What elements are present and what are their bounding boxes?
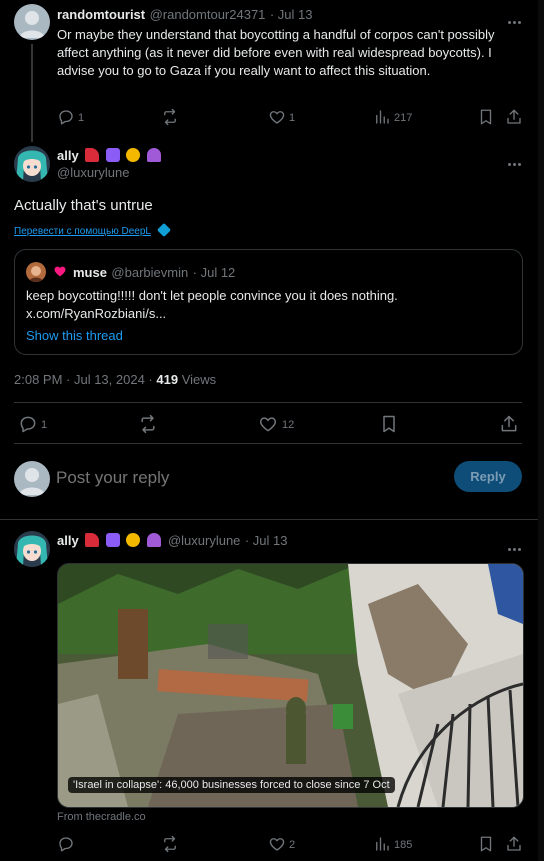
timestamp[interactable]: 2:08 PM · Jul 13, 2024 · [14, 372, 153, 387]
main-tweet: ally @luxurylune Actually that's untrue … [0, 140, 544, 440]
quoted-author-name: muse [73, 265, 107, 280]
bookmark-icon[interactable] [477, 835, 495, 853]
thread-line [31, 44, 33, 142]
quoted-avatar [26, 262, 46, 282]
default-avatar-icon [19, 468, 45, 495]
anime-avatar-icon [14, 531, 50, 567]
quoted-url: x.com/RyanRozbiani/s... [26, 306, 167, 321]
translate-link[interactable]: Перевести с помощью DeepL [14, 226, 151, 237]
sun-emoji-icon [126, 148, 141, 162]
card-source[interactable]: From thecradle.co [57, 811, 146, 823]
bookmark-icon[interactable] [379, 414, 399, 434]
repost-icon[interactable] [138, 414, 158, 434]
views-count: 217 [394, 112, 413, 124]
yin-yang-emoji-icon [105, 148, 120, 162]
repost-icon[interactable] [161, 835, 179, 853]
more-icon[interactable] [508, 11, 524, 24]
reply-input[interactable] [54, 463, 438, 493]
yin-yang-emoji-icon [105, 533, 120, 547]
my-avatar[interactable] [14, 461, 50, 497]
author-handle[interactable]: @randomtour24371 [150, 7, 266, 22]
more-icon[interactable] [508, 538, 524, 551]
like-count: 12 [282, 419, 295, 431]
action-bar: 1 12 [0, 403, 544, 443]
author-name[interactable]: randomtourist [57, 7, 145, 22]
quoted-tweet[interactable]: muse @barbievmin · Jul 12 keep boycottin… [14, 249, 523, 355]
deepl-icon [157, 222, 172, 238]
article-photo [58, 564, 523, 807]
bookmark-icon[interactable] [477, 108, 495, 126]
author-name[interactable]: ally [57, 533, 79, 548]
like-icon[interactable] [268, 108, 286, 126]
views-icon[interactable] [373, 108, 391, 126]
views-label: Views [181, 372, 217, 387]
heart-emoji-icon [53, 265, 67, 278]
umbrella-emoji-icon [146, 148, 161, 162]
avatar[interactable] [14, 531, 50, 567]
umbrella-emoji-icon [146, 533, 161, 547]
quoted-date: · Jul 12 [192, 265, 236, 280]
tweet-1[interactable]: randomtourist @randomtour24371 · Jul 13 … [0, 0, 544, 142]
views-count: 185 [394, 839, 413, 851]
reply-button[interactable]: Reply [454, 461, 522, 492]
like-count: 1 [289, 112, 296, 124]
views-count: 419 [156, 372, 179, 387]
avatar[interactable] [14, 146, 50, 182]
avatar[interactable] [14, 4, 50, 40]
default-avatar-icon [19, 11, 45, 38]
reply-icon[interactable] [57, 108, 75, 126]
post-date[interactable]: · Jul 13 [270, 7, 313, 22]
author-handle[interactable]: @luxurylune [168, 533, 240, 548]
divider [14, 443, 522, 444]
author-name[interactable]: ally [57, 148, 79, 163]
author-handle[interactable]: @luxurylune [57, 165, 129, 180]
more-icon[interactable] [508, 153, 524, 166]
views-icon[interactable] [373, 835, 391, 853]
share-icon[interactable] [505, 108, 523, 126]
card-title: 'Israel in collapse': 46,000 businesses … [68, 777, 395, 793]
share-icon[interactable] [499, 414, 519, 434]
reply-icon[interactable] [18, 414, 38, 434]
quoted-author-handle: @barbievmin [111, 265, 189, 280]
tweet-3[interactable]: ally @luxurylune · Jul 13 'Israel in col… [0, 520, 544, 861]
show-thread-link[interactable]: Show this thread [26, 328, 123, 343]
shoe-emoji-icon [85, 148, 100, 162]
like-icon[interactable] [258, 414, 278, 434]
share-icon[interactable] [505, 835, 523, 853]
repost-icon[interactable] [161, 108, 179, 126]
post-date[interactable]: · Jul 13 [245, 533, 288, 548]
anime-avatar-icon [14, 146, 50, 182]
shoe-emoji-icon [85, 533, 100, 547]
reply-icon[interactable] [57, 835, 75, 853]
like-count: 2 [289, 839, 296, 851]
reply-count: 1 [78, 112, 85, 124]
sun-emoji-icon [126, 533, 141, 547]
scrollbar-track[interactable] [538, 0, 544, 861]
like-icon[interactable] [268, 835, 286, 853]
reply-count: 1 [41, 419, 48, 431]
quoted-text: keep boycotting!!!!! don't let people co… [26, 288, 398, 303]
tweet-text: Or maybe they understand that boycotting… [57, 27, 495, 78]
link-card[interactable]: 'Israel in collapse': 46,000 businesses … [57, 563, 524, 808]
tweet-text: Actually that's untrue [14, 197, 153, 214]
